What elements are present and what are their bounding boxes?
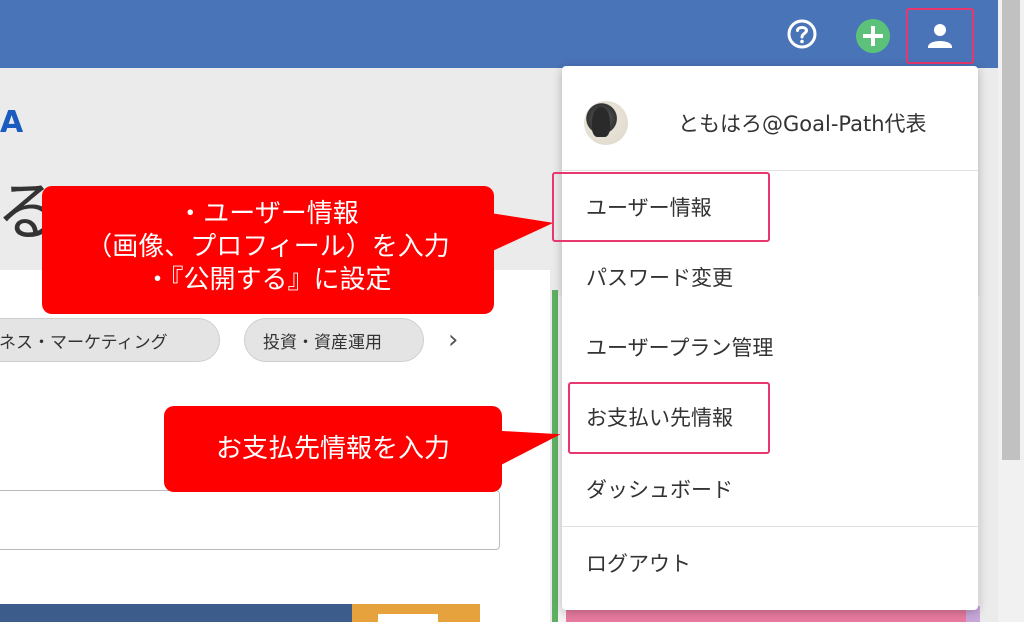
chevron-right-icon[interactable]: › [448,326,458,354]
add-button[interactable] [855,18,891,54]
menu-divider [562,526,978,527]
highlight-payment-info [568,382,770,454]
menu-item-change-password[interactable]: パスワード変更 [562,242,978,312]
question-circle-icon [787,19,817,49]
top-navigation-bar [0,0,998,68]
callout-line: ・『公開する』に設定 [144,265,392,295]
avatar-silhouette [592,107,610,137]
profile-row[interactable]: ともはろ@Goal-Path代表 [562,66,978,170]
category-chip-investment[interactable]: 投資・資産運用 [244,318,424,362]
callout-line: （画像、プロフィール）を入力 [86,232,450,262]
help-button[interactable] [786,18,818,50]
menu-divider [562,170,978,171]
site-logo-fragment: A [0,105,24,140]
user-menu-button[interactable] [906,8,974,64]
menu-item-dashboard[interactable]: ダッシュボード [562,454,978,524]
avatar [584,101,628,145]
callout-pointer [485,203,557,252]
callout-line: ・ユーザー情報 [177,199,359,229]
callout-text: お支払先情報を入力 [215,433,450,464]
plus-circle-icon [856,19,890,53]
side-panel-border [552,290,558,622]
banner-badge [378,614,438,622]
search-input[interactable] [0,490,500,550]
callout-payment-info: お支払先情報を入力 [164,406,502,492]
callout-user-info: ・ユーザー情報 （画像、プロフィール）を入力 ・『公開する』に設定 [42,186,494,314]
highlight-user-info [552,172,770,242]
scrollbar-thumb[interactable] [1002,0,1020,460]
category-chip-marketing[interactable]: ネス・マーケティング [0,318,220,362]
user-dropdown-menu: ともはろ@Goal-Path代表 ユーザー情報 パスワード変更 ユーザープラン管… [562,66,978,610]
person-icon [928,24,952,48]
menu-item-logout[interactable]: ログアウト [562,528,978,598]
menu-item-plan-management[interactable]: ユーザープラン管理 [562,312,978,382]
profile-name: ともはろ@Goal-Path代表 [678,112,927,136]
